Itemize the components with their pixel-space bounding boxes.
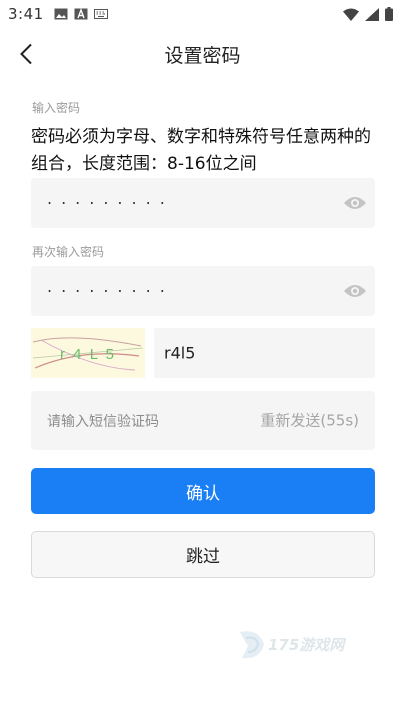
- status-system-icons: [343, 7, 393, 21]
- status-notification-icons: [54, 8, 108, 20]
- watermark-text: 175游戏网: [268, 636, 347, 654]
- captcha-text: r 4 L 5: [60, 346, 116, 363]
- back-button[interactable]: [12, 40, 40, 68]
- signal-icon: [365, 7, 379, 21]
- app-header: 设置密码: [0, 34, 405, 74]
- captcha-graphic: r 4 L 5: [32, 337, 144, 371]
- password-field[interactable]: ·········: [31, 178, 375, 228]
- captcha-input[interactable]: r4l5: [154, 328, 375, 378]
- sms-code-placeholder: 请输入短信验证码: [47, 413, 159, 430]
- confirm-button[interactable]: 确认: [31, 468, 375, 514]
- image-notification-icon: [54, 8, 68, 20]
- confirm-password-masked-value: ·········: [47, 281, 174, 301]
- battery-icon: [385, 7, 393, 21]
- sms-code-input[interactable]: 请输入短信验证码 重新发送(55s): [31, 391, 375, 450]
- watermark-logo: 175游戏网: [240, 631, 347, 659]
- page-title: 设置密码: [164, 44, 241, 67]
- captcha-input-value: r4l5: [164, 343, 196, 363]
- status-time: 3:41: [8, 5, 44, 23]
- back-arrow-icon: [20, 43, 32, 65]
- show-confirm-password-eye-icon[interactable]: [343, 282, 367, 300]
- password-hint: 密码必须为字母、数字和特殊符号任意两种的组合，长度范围：8-16位之间: [31, 127, 371, 174]
- confirm-password-field[interactable]: ·········: [31, 266, 375, 316]
- confirm-password-label: 再次输入密码: [32, 245, 105, 259]
- captcha-image[interactable]: r 4 L 5: [31, 328, 145, 378]
- a-letter-notification-icon: [74, 8, 88, 20]
- password-label: 输入密码: [32, 101, 81, 115]
- resend-sms-button[interactable]: 重新发送(55s): [260, 409, 359, 430]
- password-masked-value: ·········: [47, 193, 174, 213]
- status-bar: 3:41: [0, 0, 405, 28]
- keyboard-notification-icon: [93, 9, 108, 19]
- wifi-icon: [343, 8, 359, 21]
- skip-button[interactable]: 跳过: [31, 531, 375, 578]
- show-password-eye-icon[interactable]: [343, 194, 367, 212]
